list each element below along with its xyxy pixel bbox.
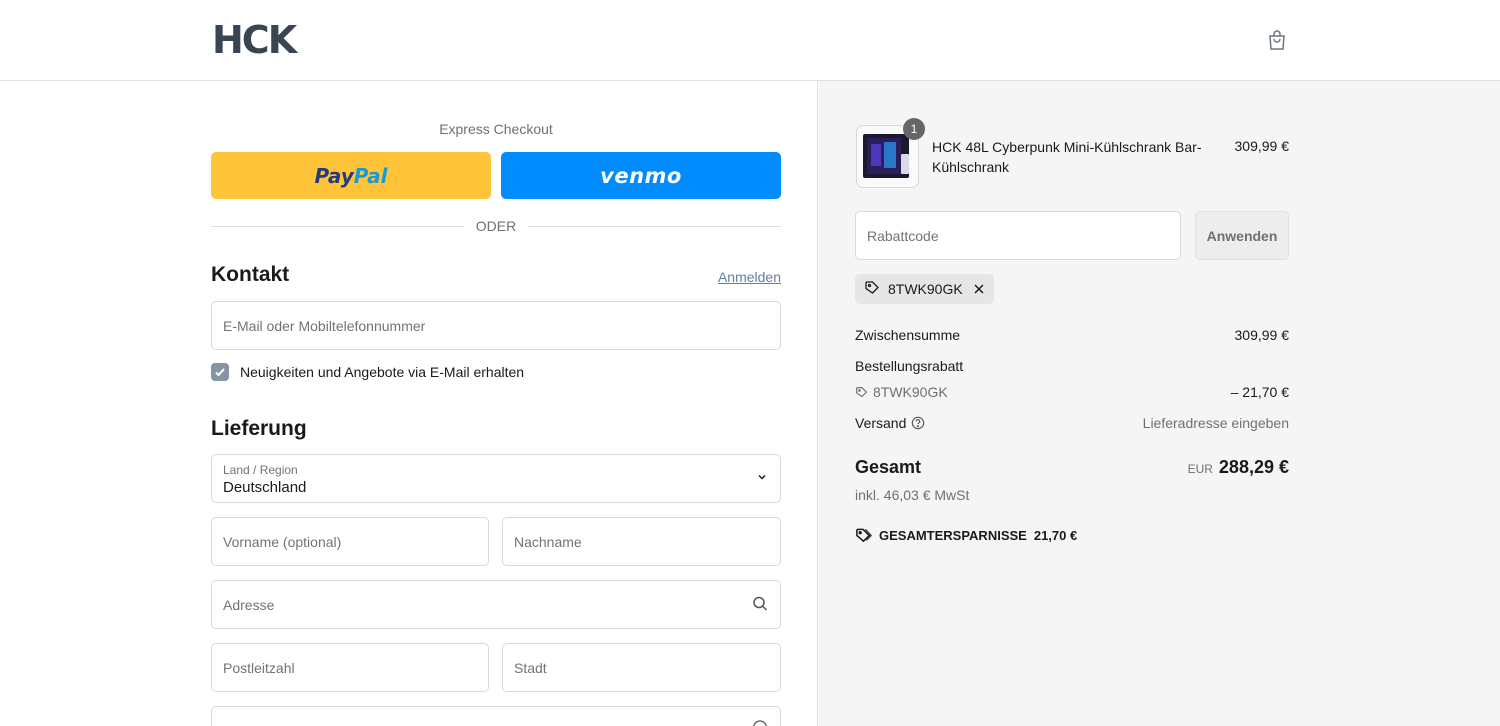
divider-line-left: [211, 225, 464, 227]
delivery-heading: Lieferung: [211, 417, 307, 440]
quantity-badge: 1: [903, 118, 925, 140]
total-savings-row: GESAMTERSPARNISSE 21,70 €: [855, 527, 1077, 544]
contact-heading: Kontakt: [211, 263, 290, 286]
savings-label: GESAMTERSPARNISSE: [879, 528, 1027, 543]
order-summary-panel: 1 HCK 48L Cyberpunk Mini-Kühlschrank Bar…: [819, 81, 1500, 726]
newsletter-label: Neuigkeiten und Angebote via E-Mail erha…: [240, 364, 525, 380]
order-discount-code: 8TWK90GK: [873, 384, 948, 400]
paypal-button[interactable]: PayPal: [211, 152, 491, 199]
paypal-logo: PayPal: [314, 163, 388, 188]
chevron-down-icon: [756, 470, 768, 488]
help-circle-icon[interactable]: [752, 720, 768, 726]
search-icon: [752, 595, 768, 614]
first-name-field[interactable]: Vorname (optional): [211, 517, 489, 566]
last-name-field[interactable]: Nachname: [502, 517, 781, 566]
applied-discount-code: 8TWK90GK: [888, 281, 963, 297]
remove-discount-close-icon[interactable]: [973, 283, 985, 295]
header: HCK: [0, 0, 1500, 81]
or-divider-text: ODER: [475, 218, 517, 234]
email-placeholder: E-Mail oder Mobiltelefonnummer: [223, 317, 426, 334]
total-amount: 288,29 €: [1218, 457, 1289, 477]
order-discount-value: – 21,70 €: [1230, 384, 1289, 400]
tax-note: inkl. 46,03 € MwSt: [855, 487, 970, 503]
shipping-label: Versand: [855, 415, 907, 431]
subtotal-label: Zwischensumme: [855, 327, 961, 343]
discount-code-input[interactable]: Rabattcode: [855, 211, 1181, 260]
first-name-placeholder: Vorname (optional): [223, 533, 342, 550]
shipping-row: Versand: [855, 415, 925, 431]
country-value: Deutschland: [223, 479, 307, 496]
shipping-value: Lieferadresse eingeben: [1142, 415, 1289, 431]
zip-field[interactable]: Postleitzahl: [211, 643, 489, 692]
divider-line-right: [528, 225, 782, 227]
tag-icon: [855, 386, 868, 399]
product-name: HCK 48L Cyberpunk Mini-Kühlschrank Bar-K…: [932, 139, 1202, 175]
city-field[interactable]: Stadt: [502, 643, 781, 692]
total-currency: EUR: [1187, 462, 1213, 476]
address-field[interactable]: Adresse: [211, 580, 781, 629]
newsletter-row: Neuigkeiten und Angebote via E-Mail erha…: [211, 363, 524, 381]
city-placeholder: Stadt: [514, 659, 547, 676]
phone-field[interactable]: [211, 706, 781, 726]
login-link[interactable]: Anmelden: [700, 269, 781, 285]
total-label: Gesamt: [855, 457, 922, 477]
country-select[interactable]: Land / Region Deutschland: [211, 454, 781, 503]
subtotal-value: 309,99 €: [1234, 327, 1290, 343]
last-name-placeholder: Nachname: [514, 533, 582, 550]
checkout-form-panel: Express Checkout PayPal venmo ODER Konta…: [0, 81, 818, 726]
email-field[interactable]: E-Mail oder Mobiltelefonnummer: [211, 301, 781, 350]
order-discount-code-row: 8TWK90GK: [855, 384, 948, 400]
apply-discount-button[interactable]: Anwenden: [1195, 211, 1289, 260]
logo[interactable]: HCK: [212, 20, 297, 60]
savings-value: 21,70 €: [1033, 528, 1078, 543]
order-discount-label: Bestellungsrabatt: [855, 358, 964, 374]
shopping-bag-icon[interactable]: [1265, 28, 1289, 52]
total-value-row: EUR 288,29 €: [1069, 457, 1289, 478]
country-label: Land / Region: [223, 463, 298, 477]
applied-discount-chip: 8TWK90GK: [855, 274, 994, 304]
express-checkout-title: Express Checkout: [439, 121, 553, 137]
product-price: 309,99 €: [1234, 138, 1290, 154]
help-circle-icon[interactable]: [911, 416, 925, 430]
tags-icon: [855, 527, 872, 544]
zip-placeholder: Postleitzahl: [223, 659, 295, 676]
newsletter-checkbox[interactable]: [211, 363, 229, 381]
check-icon: [215, 368, 225, 377]
address-placeholder: Adresse: [223, 596, 275, 613]
tag-icon: [864, 280, 880, 299]
venmo-button[interactable]: venmo: [501, 152, 781, 199]
or-divider: ODER: [211, 217, 782, 235]
venmo-logo: venmo: [600, 163, 682, 188]
discount-code-placeholder: Rabattcode: [867, 227, 939, 244]
